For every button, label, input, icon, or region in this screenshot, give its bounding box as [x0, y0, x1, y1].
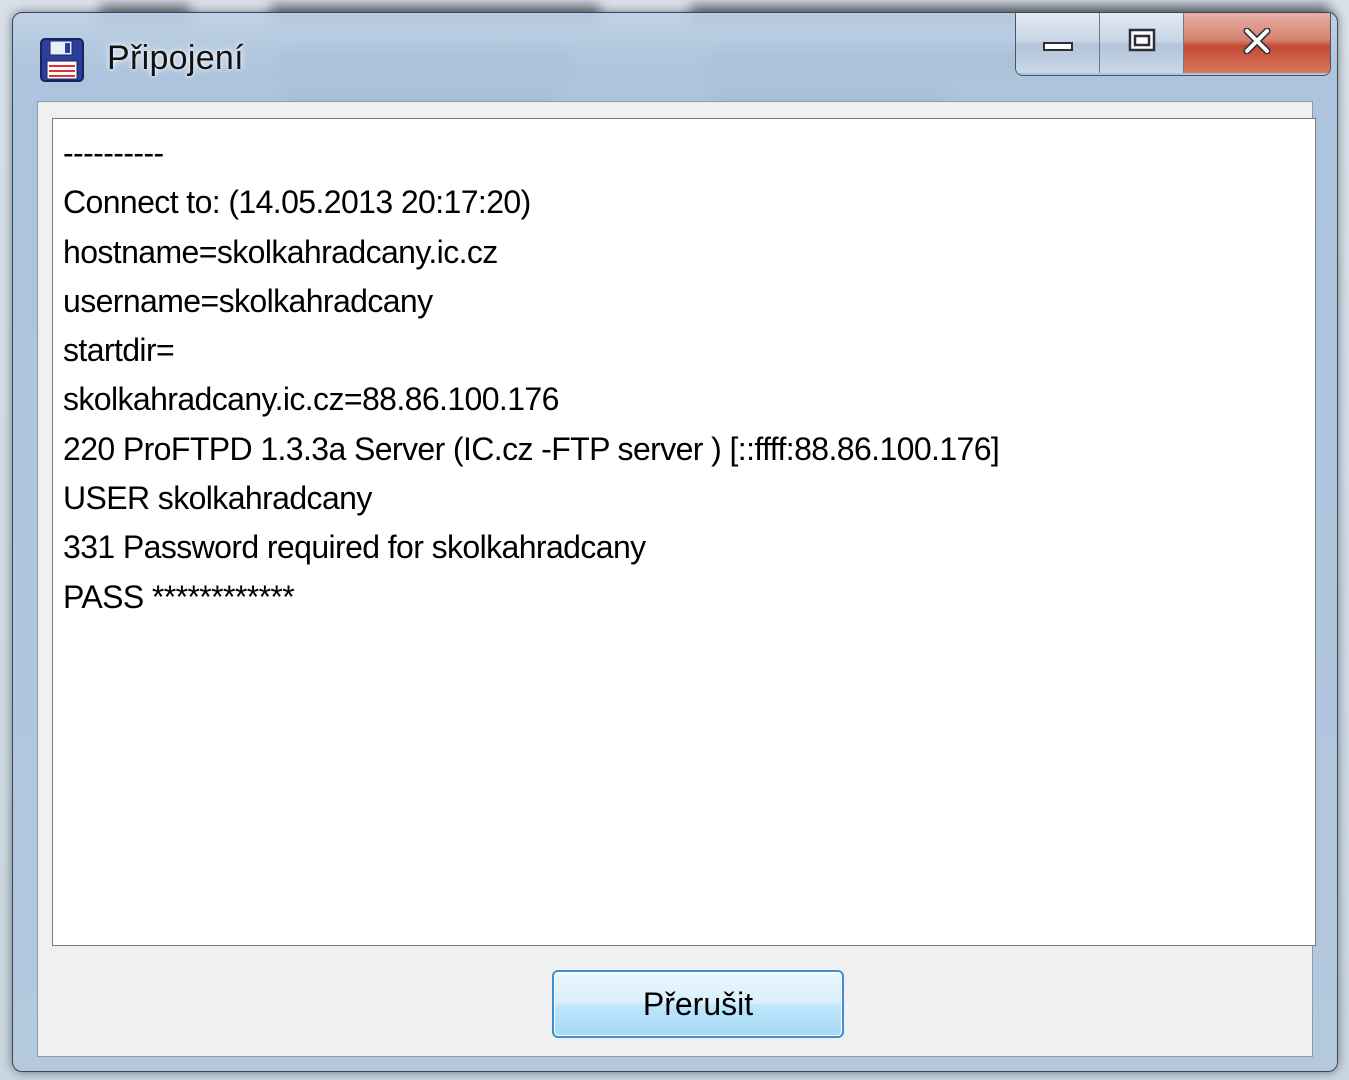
log-line: 331 Password required for skolkahradcany [63, 529, 646, 566]
log-line: username=skolkahradcany [63, 282, 433, 319]
close-icon [1242, 25, 1272, 61]
log-line: skolkahradcany.ic.cz=88.86.100.176 [63, 381, 559, 418]
connection-dialog: Připojení ---------- Connect to: (14.05.… [12, 12, 1338, 1072]
abort-button[interactable]: Přerušit [552, 970, 844, 1038]
dialog-client-area: ---------- Connect to: (14.05.2013 20:17… [37, 101, 1316, 1057]
log-line: 220 ProFTPD 1.3.3a Server (IC.cz -FTP se… [63, 430, 1000, 467]
minimize-button[interactable] [1016, 13, 1100, 73]
log-line: PASS ************ [63, 578, 295, 615]
log-line: ---------- [63, 135, 164, 171]
minimize-icon [1042, 28, 1073, 58]
close-button[interactable] [1184, 13, 1330, 73]
log-line: Connect to: (14.05.2013 20:17:20) [63, 184, 531, 221]
log-line: USER skolkahradcany [63, 480, 372, 517]
log-line: hostname=skolkahradcany.ic.cz [63, 233, 498, 270]
caption-buttons [1015, 13, 1331, 76]
maximize-icon [1128, 28, 1156, 58]
window-title: Připojení [107, 39, 244, 77]
connection-log[interactable]: ---------- Connect to: (14.05.2013 20:17… [52, 118, 1316, 946]
log-line: startdir= [63, 332, 175, 369]
title-bar[interactable]: Připojení [13, 13, 1337, 101]
floppy-disk-icon [39, 37, 85, 83]
maximize-button[interactable] [1100, 13, 1184, 73]
